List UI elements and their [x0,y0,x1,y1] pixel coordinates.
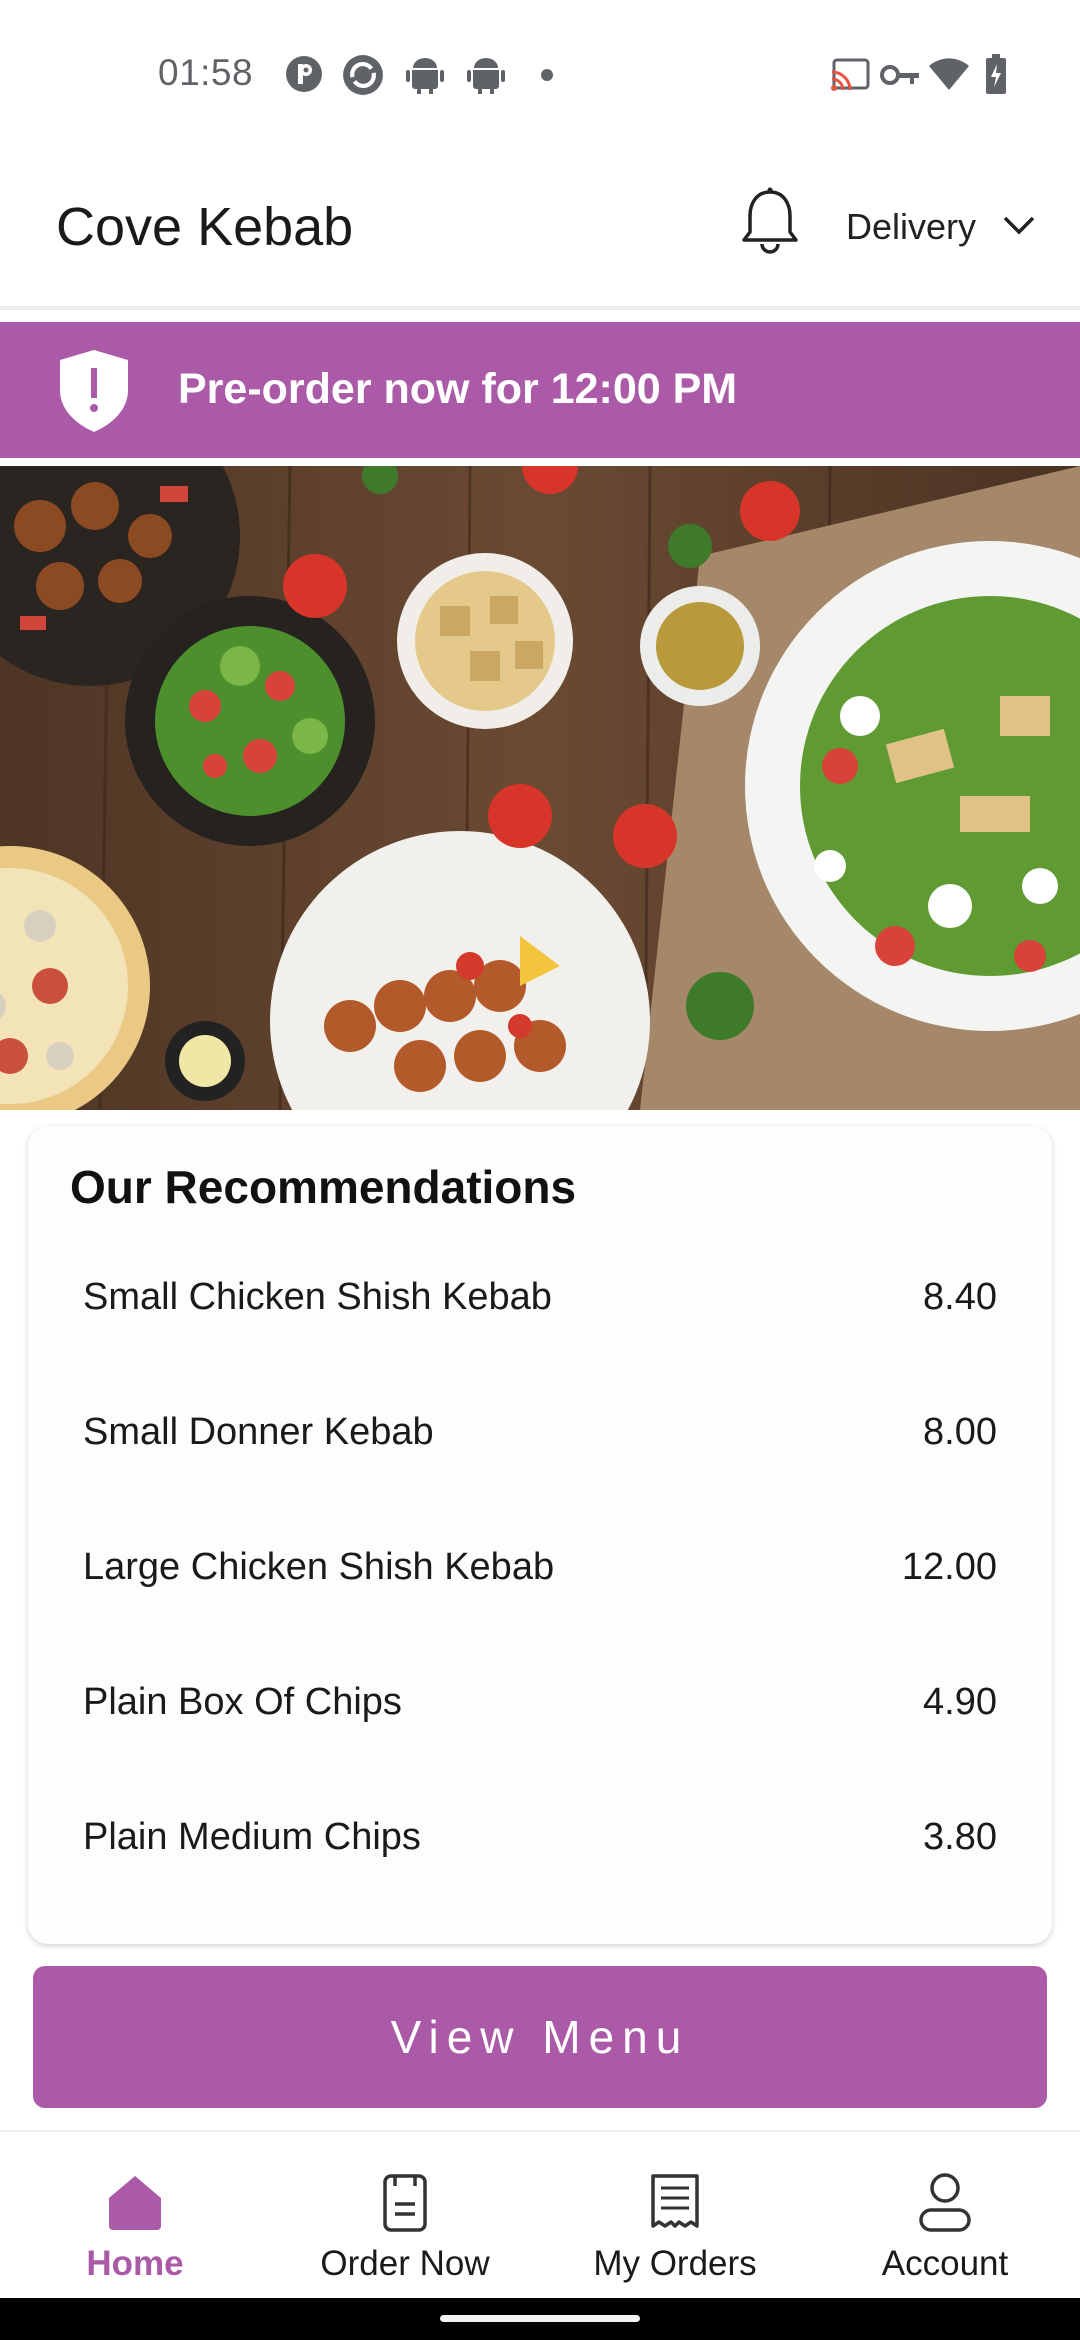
wifi-icon [929,58,969,90]
nav-label: Order Now [320,2244,490,2283]
food-spread-photo [0,466,1080,1110]
recommendation-item[interactable]: Plain Medium Chips 3.80 [28,1768,1052,1903]
recommendations-card: Our Recommendations Small Chicken Shish … [28,1126,1052,1944]
android-icon [406,58,444,94]
menu-card-icon [383,2174,427,2232]
nav-my-orders[interactable]: My Orders [540,2132,810,2300]
bottom-navigation: Home Order Now My Orders Account [0,2130,1080,2300]
item-price: 8.00 [923,1411,997,1453]
item-name: Small Chicken Shish Kebab [83,1276,552,1318]
view-menu-button[interactable]: View Menu [33,1966,1047,2108]
item-price: 8.40 [923,1276,997,1318]
item-price: 12.00 [901,1546,997,1588]
p-circle-icon [286,56,322,92]
bell-icon[interactable] [738,186,802,258]
recommendations-title: Our Recommendations [70,1161,577,1213]
item-name: Plain Box Of Chips [83,1681,402,1723]
nav-label: My Orders [593,2244,757,2283]
nav-label: Account [881,2244,1009,2283]
app-header: Cove Kebab Delivery [0,150,1080,310]
recommendation-item[interactable]: Small Chicken Shish Kebab 8.40 [28,1228,1052,1363]
app-title: Cove Kebab [56,197,354,257]
dot-icon [541,69,553,81]
item-name: Small Donner Kebab [83,1411,434,1453]
cast-icon [831,58,870,91]
recommendation-item[interactable]: Plain Box Of Chips 4.90 [28,1633,1052,1768]
preorder-text: Pre-order now for 12:00 PM [178,365,738,413]
hero-illustration [0,466,1080,1110]
nav-order-now[interactable]: Order Now [270,2132,540,2300]
nav-label: Home [86,2244,184,2283]
gesture-handle[interactable] [440,2315,640,2322]
nav-account[interactable]: Account [810,2132,1080,2300]
recommendation-item[interactable]: Small Donner Kebab 8.00 [28,1363,1052,1498]
preorder-banner: Pre-order now for 12:00 PM [0,322,1080,458]
status-time: 01:58 [158,52,254,93]
home-icon [109,2176,161,2230]
item-name: Large Chicken Shish Kebab [83,1546,555,1588]
nav-home[interactable]: Home [0,2132,270,2300]
shield-alert-icon [60,350,128,432]
recommendation-item[interactable]: Large Chicken Shish Kebab 12.00 [28,1498,1052,1633]
receipt-icon [651,2174,699,2228]
person-icon [919,2173,971,2232]
item-price: 4.90 [923,1681,997,1723]
recommendations-list: Small Chicken Shish Kebab 8.40 Small Don… [28,1228,1052,1903]
android-icon [467,58,505,94]
status-bar: 01:58 [0,0,1080,150]
order-mode-selector[interactable]: Delivery [846,206,976,248]
chevron-down-icon[interactable] [1002,214,1036,236]
item-name: Plain Medium Chips [83,1816,421,1858]
gesture-nav-area [0,2298,1080,2340]
battery-charging-icon [986,54,1006,94]
item-price: 3.80 [923,1816,997,1858]
vpn-key-icon [880,65,919,85]
sync-circle-icon [343,55,383,95]
